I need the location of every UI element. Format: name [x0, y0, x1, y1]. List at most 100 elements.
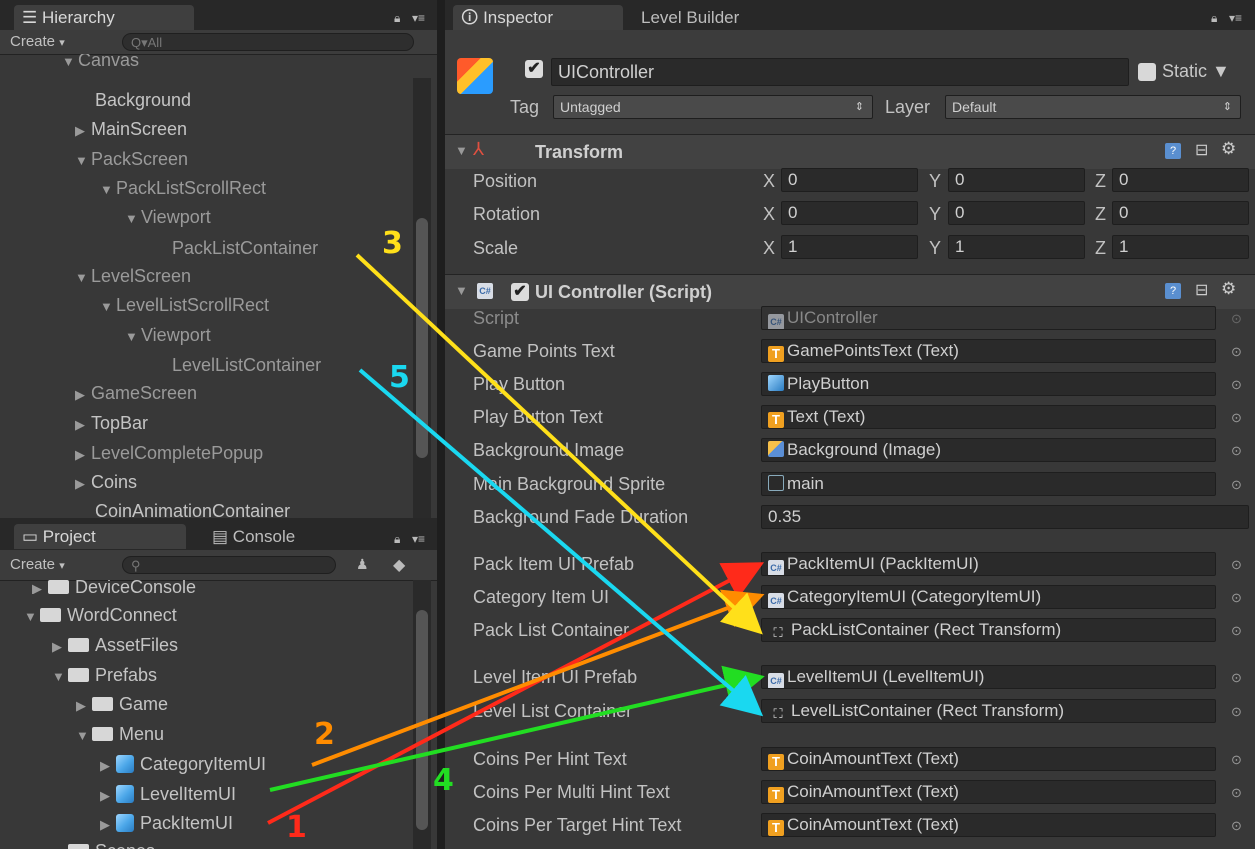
category-item-ui-field[interactable]: C# CategoryItemUI (CategoryItemUI) [761, 585, 1216, 609]
tree-item-packlistcontainer[interactable]: PackListContainer [172, 236, 318, 260]
tree-item-coinanimationcontainer[interactable]: CoinAnimationContainer [95, 499, 290, 518]
lock-icon[interactable]: 🔒︎ [1211, 11, 1217, 26]
create-button[interactable]: Create ▾ [10, 556, 65, 573]
tree-item-levellistscrollrect[interactable]: ▼ LevelListScrollRect [100, 293, 269, 317]
lock-icon[interactable]: 🔒︎ [394, 11, 400, 26]
scale-z-field[interactable]: 1 [1112, 235, 1249, 259]
transform-header[interactable]: ▼ ⅄ Transform ? ⊟ ⚙ [445, 134, 1255, 169]
play-button-field[interactable]: PlayButton [761, 372, 1216, 396]
tab-inspector[interactable]: 🛈︎ Inspector [453, 5, 623, 30]
coins-per-hint-text-field[interactable]: T CoinAmountText (Text) [761, 747, 1216, 771]
static-label[interactable]: Static ▼ [1162, 61, 1230, 82]
tree-item-coins[interactable]: ▶ Coins [75, 470, 137, 494]
rotation-x-field[interactable]: 0 [781, 201, 918, 225]
play-button-text-field[interactable]: T Text (Text) [761, 405, 1216, 429]
layer-dropdown[interactable]: Default ⇕ [945, 95, 1241, 119]
object-picker-icon[interactable]: ⊙ [1231, 670, 1242, 686]
create-button[interactable]: Create ▾ [10, 33, 65, 50]
search-input[interactable]: ⚲ [122, 556, 336, 574]
gear-icon[interactable]: ⚙ [1221, 279, 1236, 299]
tree-item-topbar[interactable]: ▶ TopBar [75, 411, 148, 435]
pack-list-container-field[interactable]: ⛶ PackListContainer (Rect Transform) [761, 618, 1216, 642]
menu-icon[interactable]: ▾≡ [412, 11, 425, 25]
tree-item-packlistscrollrect[interactable]: ▼ PackListScrollRect [100, 176, 266, 200]
position-z-field[interactable]: 0 [1112, 168, 1249, 192]
tree-item-viewport[interactable]: ▼ Viewport [125, 323, 211, 347]
tree-item-scenes[interactable]: ▼Scenes [52, 838, 155, 849]
tree-item-wordconnect[interactable]: ▼ WordConnect [24, 603, 177, 627]
help-icon[interactable]: ? [1165, 283, 1181, 299]
level-list-container-field[interactable]: ⛶ LevelListContainer (Rect Transform) [761, 699, 1216, 723]
tree-item-prefabs[interactable]: ▼ Prefabs [52, 663, 157, 687]
help-icon[interactable]: ? [1165, 143, 1181, 159]
tree-item-viewport[interactable]: ▼ Viewport [125, 205, 211, 229]
object-picker-icon[interactable]: ⊙ [1231, 477, 1242, 493]
tree-item-packitemui[interactable]: ▶ PackItemUI [100, 811, 233, 835]
tree-item-levelscreen[interactable]: ▼ LevelScreen [75, 264, 191, 288]
filter-type-icon[interactable]: ♟ [356, 556, 369, 573]
object-picker-icon[interactable]: ⊙ [1231, 557, 1242, 573]
object-picker-icon[interactable]: ⊙ [1231, 752, 1242, 768]
tree-item-levelitemui[interactable]: ▶ LevelItemUI [100, 782, 236, 806]
game-points-text-field[interactable]: T GamePointsText (Text) [761, 339, 1216, 363]
scale-x-field[interactable]: 1 [781, 235, 918, 259]
object-picker-icon[interactable]: ⊙ [1231, 410, 1242, 426]
object-picker-icon[interactable]: ⊙ [1231, 818, 1242, 834]
tree-item-menu[interactable]: ▼ Menu [76, 722, 164, 746]
scrollbar-thumb[interactable] [416, 218, 428, 458]
preset-icon[interactable]: ⊟ [1195, 140, 1208, 160]
tree-item-packscreen[interactable]: ▼ PackScreen [75, 147, 188, 171]
object-picker-icon[interactable]: ⊙ [1231, 785, 1242, 801]
tab-console[interactable]: ▤ Console [204, 524, 354, 549]
coins-per-multi-hint-text-field[interactable]: T CoinAmountText (Text) [761, 780, 1216, 804]
object-picker-icon[interactable]: ⊙ [1231, 443, 1242, 459]
search-input[interactable]: Q▾All [122, 33, 414, 51]
object-picker-icon[interactable]: ⊙ [1231, 311, 1242, 327]
position-x-field[interactable]: 0 [781, 168, 918, 192]
panel-divider[interactable] [437, 0, 445, 849]
position-y-field[interactable]: 0 [948, 168, 1085, 192]
background-fade-duration-field[interactable]: 0.35 [761, 505, 1249, 529]
menu-icon[interactable]: ▾≡ [412, 532, 425, 546]
main-background-sprite-field[interactable]: main [761, 472, 1216, 496]
menu-icon[interactable]: ▾≡ [1229, 11, 1242, 25]
script-field[interactable]: C# UIController [761, 306, 1216, 330]
tree-item-assetfiles[interactable]: ▶ AssetFiles [52, 633, 178, 657]
rotation-y-field[interactable]: 0 [948, 201, 1085, 225]
tree-item-categoryitemui[interactable]: ▶ CategoryItemUI [100, 752, 266, 776]
project-scrollbar[interactable] [413, 580, 431, 849]
tab-level-builder[interactable]: Level Builder [633, 5, 793, 30]
tree-item-mainscreen[interactable]: ▶ MainScreen [75, 117, 187, 141]
object-picker-icon[interactable]: ⊙ [1231, 623, 1242, 639]
tree-item-levelcompletepopup[interactable]: ▶ LevelCompletePopup [75, 441, 263, 465]
tab-hierarchy[interactable]: ☰ Hierarchy [14, 5, 194, 30]
tree-item-background[interactable]: Background [95, 88, 191, 112]
object-name-field[interactable]: UIController [551, 58, 1129, 86]
object-picker-icon[interactable]: ⊙ [1231, 590, 1242, 606]
preset-icon[interactable]: ⊟ [1195, 280, 1208, 300]
object-picker-icon[interactable]: ⊙ [1231, 344, 1242, 360]
hierarchy-scrollbar[interactable] [413, 78, 431, 518]
tree-item-game[interactable]: ▶ Game [76, 692, 168, 716]
tree-item-levellistcontainer[interactable]: LevelListContainer [172, 353, 321, 377]
tree-item-gamescreen[interactable]: ▶ GameScreen [75, 381, 197, 405]
scrollbar-thumb[interactable] [416, 610, 428, 830]
script-component-header[interactable]: ▼ C# ✔ UI Controller (Script) ? ⊟ ⚙ [445, 274, 1255, 309]
rotation-z-field[interactable]: 0 [1112, 201, 1249, 225]
component-enabled-checkbox[interactable]: ✔ [511, 283, 529, 301]
filter-label-icon[interactable]: ◆ [393, 555, 405, 575]
object-picker-icon[interactable]: ⊙ [1231, 704, 1242, 720]
static-checkbox[interactable] [1138, 63, 1156, 81]
active-checkbox[interactable]: ✔ [525, 60, 543, 78]
object-picker-icon[interactable]: ⊙ [1231, 377, 1242, 393]
level-item-ui-prefab-field[interactable]: C# LevelItemUI (LevelItemUI) [761, 665, 1216, 689]
gear-icon[interactable]: ⚙ [1221, 139, 1236, 159]
background-image-field[interactable]: Background (Image) [761, 438, 1216, 462]
tab-project[interactable]: ▭ Project [14, 524, 186, 549]
tree-item-canvas[interactable]: ▼ Canvas [62, 54, 139, 70]
coins-per-target-hint-text-field[interactable]: T CoinAmountText (Text) [761, 813, 1216, 837]
scale-y-field[interactable]: 1 [948, 235, 1085, 259]
lock-icon[interactable]: 🔒︎ [394, 532, 400, 547]
tag-dropdown[interactable]: Untagged ⇕ [553, 95, 873, 119]
tree-item-deviceconsole[interactable]: ▶ DeviceConsole [32, 580, 196, 594]
